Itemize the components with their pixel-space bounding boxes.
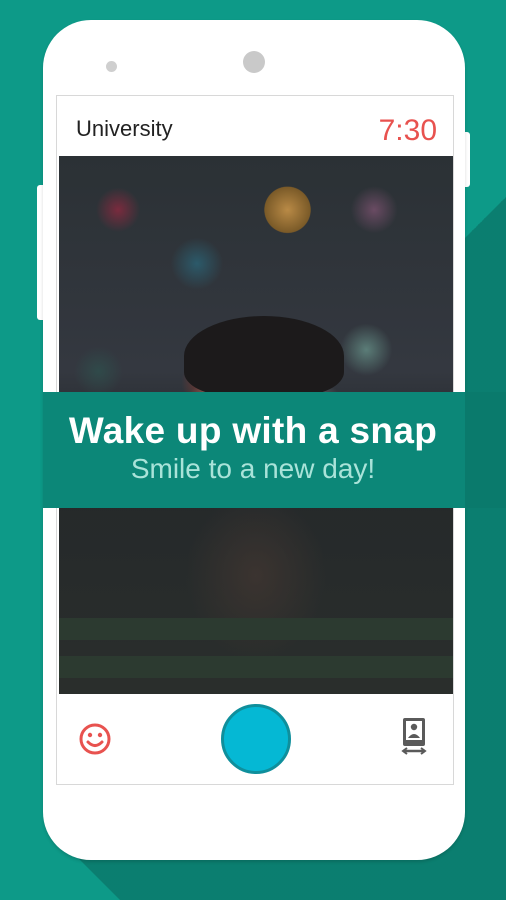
- phone-front-camera: [243, 51, 265, 73]
- phone-speaker: [106, 61, 117, 72]
- promo-subline: Smile to a new day!: [130, 453, 376, 484]
- promo-banner-text: Wake up with a snap Smile to a new day!: [0, 392, 506, 508]
- shutter-button[interactable]: [221, 704, 291, 774]
- smile-icon[interactable]: [78, 722, 112, 756]
- camera-controls: [57, 694, 453, 784]
- alarm-label: University: [76, 116, 173, 141]
- alarm-header: University 7:30: [57, 96, 453, 156]
- hair-shape: [184, 316, 344, 396]
- alarm-time: 7:30: [378, 114, 437, 147]
- switch-camera-icon[interactable]: [400, 716, 430, 756]
- shirt-stripe: [59, 618, 453, 640]
- promo-headline: Wake up with a snap: [68, 410, 438, 451]
- shirt-stripe: [59, 656, 453, 678]
